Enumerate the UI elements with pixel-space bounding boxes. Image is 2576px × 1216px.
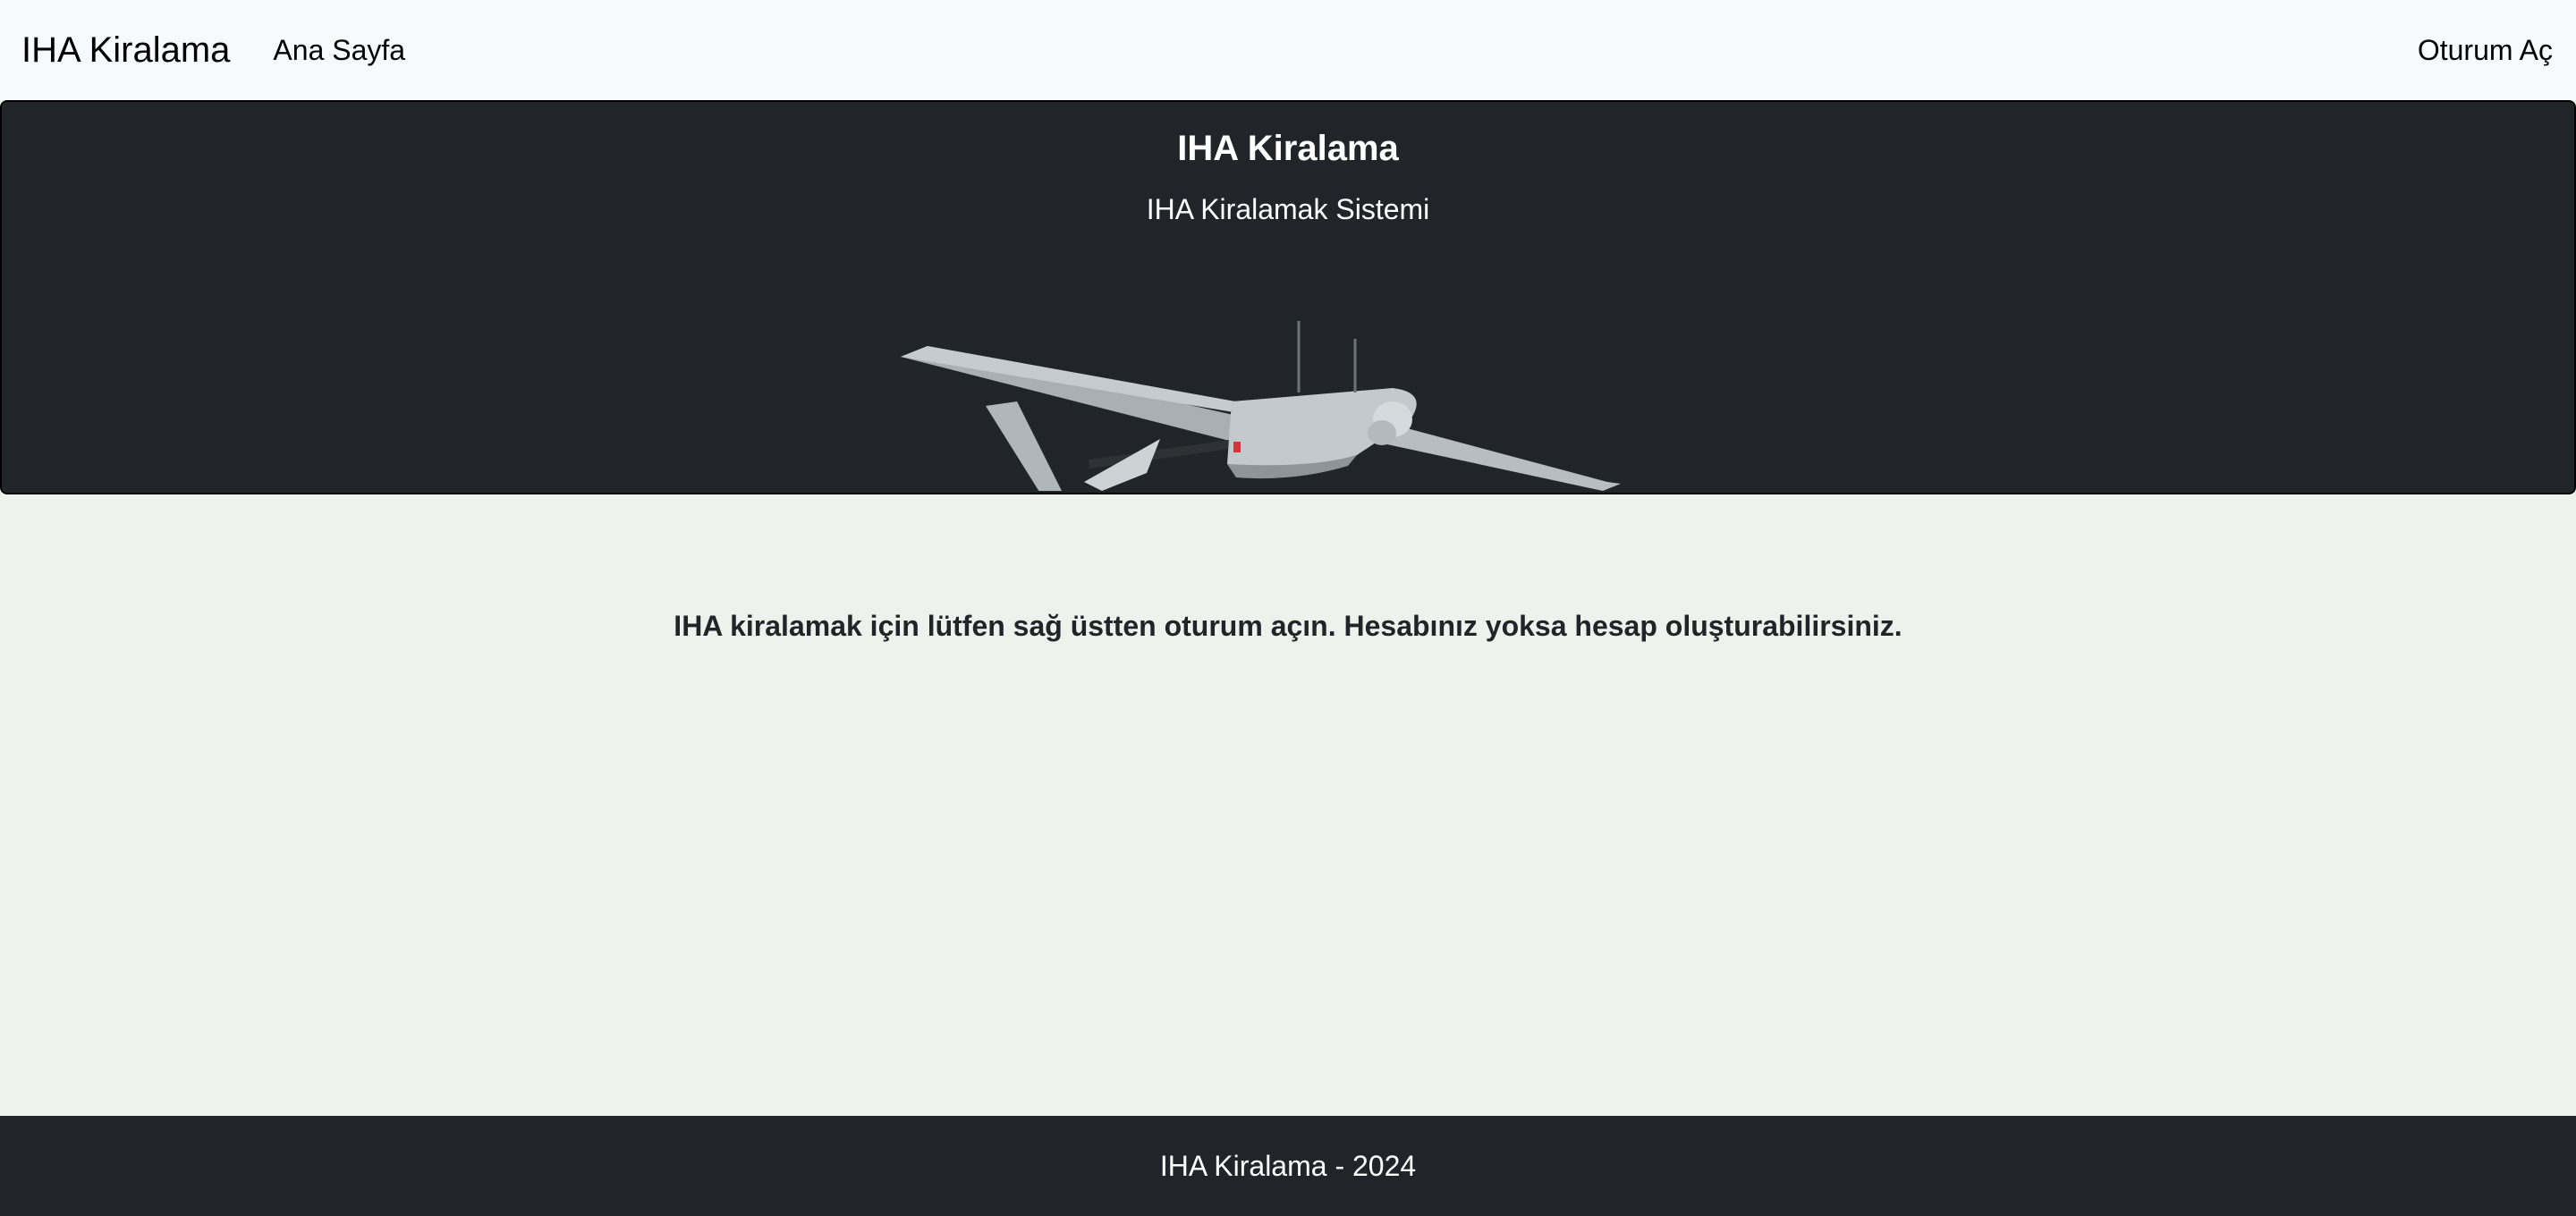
- drone-illustration: [901, 321, 1621, 491]
- login-instruction-text: IHA kiralamak için lütfen sağ üstten otu…: [674, 610, 1902, 642]
- login-link[interactable]: Oturum Aç: [2418, 34, 2553, 67]
- navbar-brand[interactable]: IHA Kiralama: [21, 30, 230, 71]
- hero-subtitle: IHA Kiralamak Sistemi: [1146, 193, 1430, 225]
- hero-title: IHA Kiralama: [1177, 129, 1399, 168]
- top-navbar: IHA Kiralama Ana Sayfa Oturum Aç: [0, 0, 2576, 100]
- hero-banner: IHA Kiralama IHA Kiralamak Sistemi: [0, 100, 2576, 494]
- drone-image: [892, 249, 1625, 491]
- footer-text: IHA Kiralama - 2024: [1159, 1149, 1417, 1182]
- nav-link-home[interactable]: Ana Sayfa: [273, 34, 405, 67]
- page-footer: IHA Kiralama - 2024: [0, 1116, 2576, 1216]
